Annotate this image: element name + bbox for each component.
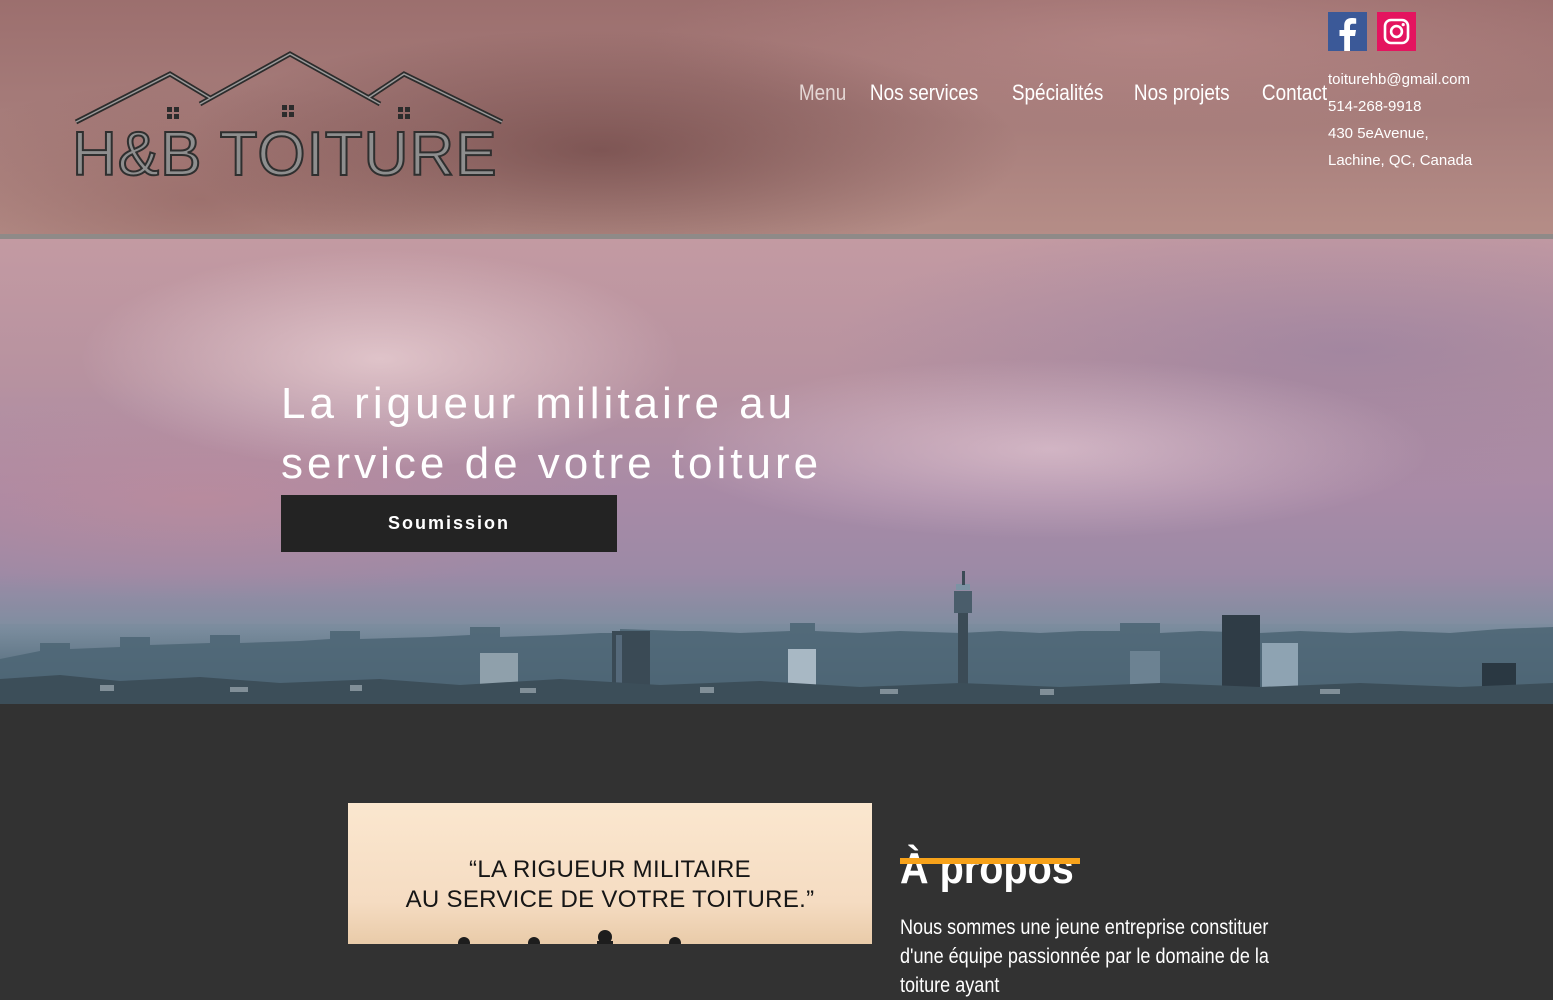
instagram-icon[interactable] [1377,12,1416,51]
nav-item-menu[interactable]: Menu [786,78,859,108]
soldiers-silhouette-icon [458,930,681,944]
social-links [1328,12,1416,51]
about-title-underline [900,858,1080,864]
about-body-text: Nous sommes une jeune entreprise constit… [900,916,1269,997]
about-title: À propos [900,843,1074,893]
quote-line2: AU SERVICE DE VOTRE TOITURE.” [405,886,815,913]
hero-title-line1: La rigueur militaire au [281,379,797,429]
soumission-button[interactable]: Soumission [281,495,617,552]
nav-item-nos-projets[interactable]: Nos projets [1121,78,1243,108]
quote-text: “LA RIGUEUR MILITAIRE AU SERVICE DE VOTR… [348,855,872,915]
about-image: “LA RIGUEUR MILITAIRE AU SERVICE DE VOTR… [348,803,872,944]
hero-title: La rigueur militaire au service de votre… [281,374,823,494]
facebook-icon[interactable] [1328,12,1367,51]
nav-item-contact[interactable]: Contact [1249,78,1340,108]
quote-line1: “LA RIGUEUR MILITAIRE [469,856,751,883]
contact-email[interactable]: toiturehb@gmail.com [1328,66,1472,93]
nav-item-specialites[interactable]: Spécialités [999,78,1116,108]
contact-address-line2: Lachine, QC, Canada [1328,152,1473,169]
contact-info: toiturehb@gmail.com 514-268-9918 430 5eA… [1328,66,1472,174]
nav-item-nos-services[interactable]: Nos services [857,78,991,108]
roof-icon [74,51,504,125]
hero-title-line2: service de votre toiture [281,439,823,489]
contact-address-line1: 430 5eAvenue, [1328,125,1429,142]
main-nav: Menu Nos services Spécialités Nos projet… [786,78,1340,108]
logo-text: H&B TOITURE [71,120,498,189]
logo[interactable]: H&B TOITURE [70,48,510,188]
site-header: H&B TOITURE Menu Nos services Spécialité… [0,0,1553,234]
contact-phone: 514-268-9918 [1328,98,1422,115]
